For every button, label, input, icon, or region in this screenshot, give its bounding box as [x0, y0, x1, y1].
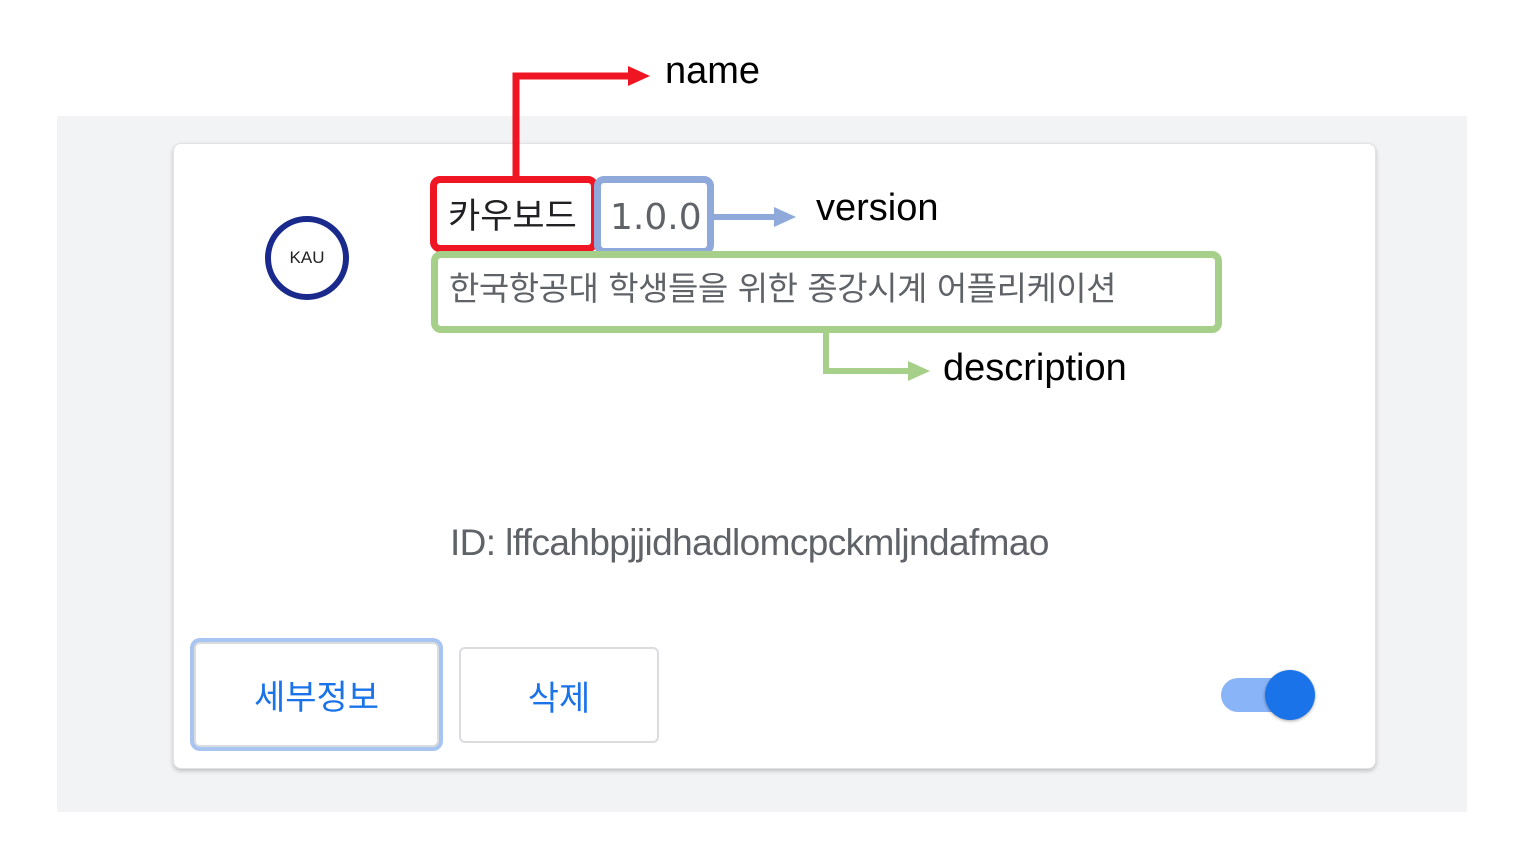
- extension-id: ID: lffcahbpjjidhadlomcpckmljndafmao: [450, 522, 1049, 563]
- enable-toggle[interactable]: [1221, 670, 1315, 720]
- extension-description: 한국항공대 학생들을 위한 종강시계 어플리케이션: [449, 269, 1117, 308]
- version-annotation-label: version: [816, 187, 939, 229]
- description-annotation-label: description: [943, 347, 1127, 389]
- extension-name: 카우보드: [448, 197, 577, 237]
- extension-logo-text: KAU: [289, 248, 325, 267]
- details-button-label: 세부정보: [253, 678, 380, 718]
- name-arrow-head: [628, 66, 650, 86]
- remove-button-label: 삭제: [527, 678, 591, 719]
- remove-button[interactable]: 삭제: [459, 647, 659, 743]
- extension-logo: KAU: [265, 216, 349, 300]
- extension-version: 1.0.0: [610, 197, 702, 238]
- details-button[interactable]: 세부정보: [194, 642, 439, 747]
- name-annotation-label: name: [665, 50, 761, 92]
- toggle-knob: [1265, 670, 1315, 720]
